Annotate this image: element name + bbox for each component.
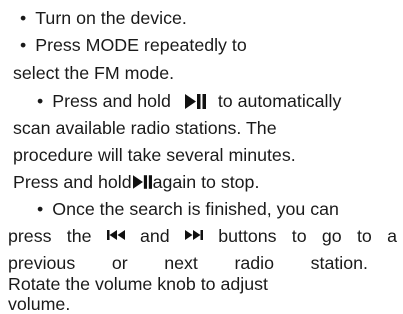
word: buttons	[218, 226, 277, 246]
step2-text-line1: Press MODE repeatedly to	[35, 35, 247, 55]
word: a	[387, 226, 397, 246]
skip-next-icon	[184, 230, 203, 240]
word: radio	[234, 253, 275, 273]
skip-previous-icon	[106, 230, 125, 240]
step4-line5: volume.	[8, 294, 70, 314]
word: or	[111, 253, 128, 273]
word: next	[164, 253, 198, 273]
step3-line2: scan available radio stations. The	[13, 118, 277, 138]
word: go	[321, 226, 342, 246]
step4-text-line1: Once the search is finished, you can	[52, 199, 339, 219]
step2-text-line2: select the FM mode.	[13, 63, 175, 83]
step4-text-line5: volume.	[8, 294, 71, 314]
step3-text-line4-after: again to stop.	[152, 172, 260, 192]
step3-line1: • Press and hold to automatically	[37, 91, 341, 111]
step4-line3: previous or next radio station.	[8, 253, 368, 273]
word: previous	[8, 253, 76, 273]
bullet: •	[37, 199, 44, 219]
word: and	[140, 226, 170, 246]
step1-line: • Turn on the device.	[20, 8, 187, 28]
step1-text: Turn on the device.	[35, 8, 187, 28]
word: to	[291, 226, 307, 246]
play-pause-icon	[132, 175, 152, 190]
step3-text-line1-before: Press and hold	[52, 91, 171, 111]
bullet: •	[20, 8, 27, 28]
word: station.	[310, 253, 368, 273]
step3-text-line1-after: to automatically	[217, 91, 342, 111]
step2-line2: select the FM mode.	[13, 63, 174, 83]
step4-line4: Rotate the volume knob to adjust	[8, 274, 268, 294]
step4-text-line4: Rotate the volume knob to adjust	[8, 274, 268, 294]
step3-text-line4-before: Press and hold	[13, 172, 132, 192]
play-pause-icon	[184, 93, 206, 109]
word: to	[356, 226, 372, 246]
instruction-page: • Turn on the device. • Press MODE repeate…	[0, 0, 403, 314]
step3-line3: procedure will take several minutes.	[13, 145, 296, 165]
word: press	[8, 226, 52, 246]
step4-line2: press the and buttons to go to a	[8, 226, 397, 246]
step2-line1: • Press MODE repeatedly to	[20, 35, 247, 55]
step3-line4: Press and hold again to stop.	[13, 172, 259, 192]
word: the	[66, 226, 92, 246]
bullet: •	[37, 91, 44, 111]
step4-line1: • Once the search is finished, you can	[37, 199, 339, 219]
bullet: •	[20, 35, 27, 55]
step3-text-line2: scan available radio stations. The	[13, 118, 277, 138]
step3-text-line3: procedure will take several minutes.	[13, 145, 296, 165]
